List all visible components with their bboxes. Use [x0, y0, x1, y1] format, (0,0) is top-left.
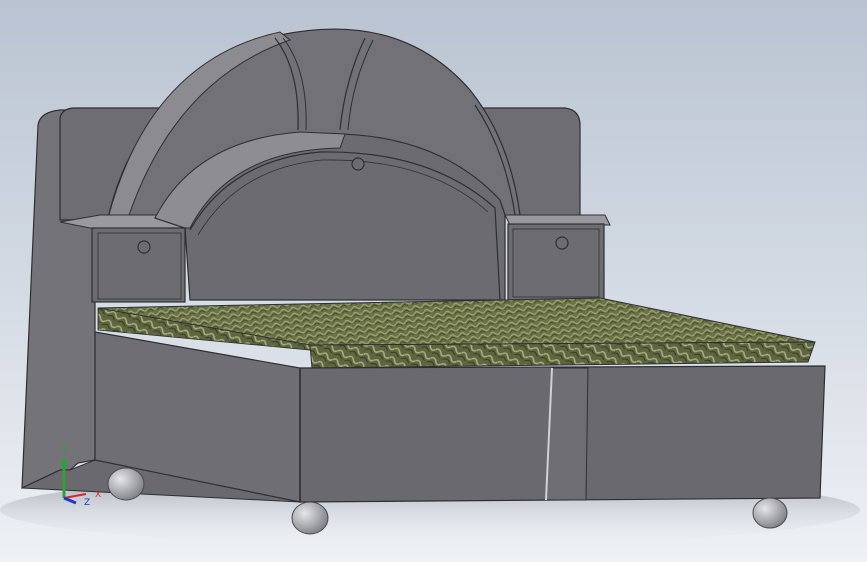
- left-drawer-knob[interactable]: [137, 240, 151, 254]
- foot-back-left: [107, 467, 145, 501]
- cad-viewport[interactable]: Y X Z: [0, 0, 867, 562]
- right-drawer-knob[interactable]: [555, 236, 569, 250]
- foot-front-left: [291, 501, 329, 535]
- left-drawer[interactable]: [91, 227, 186, 303]
- bed-3d-model-render[interactable]: Y X Z: [0, 0, 867, 562]
- y-axis-label: Y: [61, 445, 68, 455]
- right-drawer[interactable]: [507, 223, 605, 301]
- headboard-knob[interactable]: [351, 157, 365, 171]
- x-axis-label: X: [95, 490, 101, 500]
- z-axis-label: Z: [84, 498, 90, 508]
- foot-front-right: [752, 497, 788, 529]
